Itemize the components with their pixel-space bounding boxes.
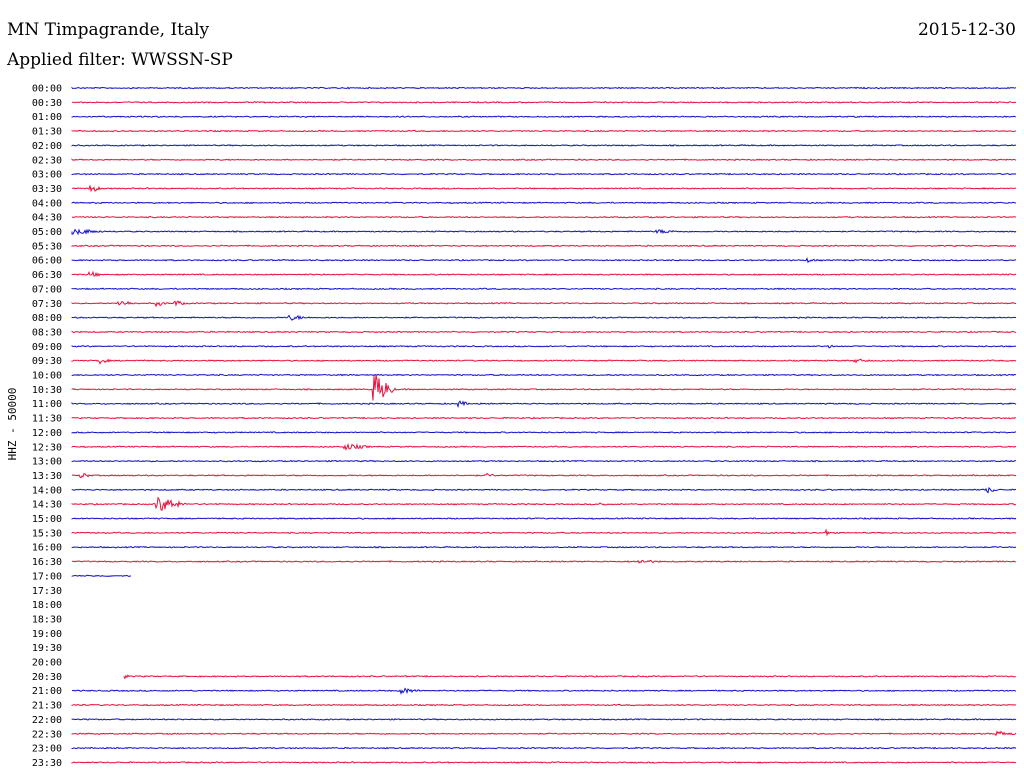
time-label: 18:30 bbox=[32, 614, 62, 625]
time-label: 02:00 bbox=[32, 141, 62, 152]
time-label: 20:30 bbox=[32, 672, 62, 683]
trace-line bbox=[72, 100, 1017, 104]
trace-line bbox=[71, 201, 1017, 205]
trace-line bbox=[71, 416, 1017, 420]
time-label: 08:30 bbox=[32, 327, 62, 338]
trace-line bbox=[71, 431, 1017, 434]
time-label: 01:30 bbox=[32, 127, 62, 138]
time-label: 05:00 bbox=[32, 227, 62, 238]
trace-line bbox=[71, 86, 1017, 90]
trace-line bbox=[71, 228, 1017, 236]
trace-line bbox=[71, 761, 1017, 764]
time-label: 08:00 bbox=[32, 313, 62, 324]
trace-line bbox=[71, 559, 1017, 564]
seismic-traces bbox=[71, 86, 1017, 764]
y-axis-label: HHZ - 50000 bbox=[6, 388, 19, 461]
time-label: 16:00 bbox=[32, 543, 62, 554]
trace-line bbox=[71, 144, 1017, 147]
trace-line bbox=[71, 185, 1017, 193]
trace-line bbox=[71, 244, 1017, 248]
time-label: 06:30 bbox=[32, 270, 62, 281]
time-label: 22:30 bbox=[32, 729, 62, 740]
trace-line bbox=[71, 270, 1017, 278]
time-label: 14:30 bbox=[32, 500, 62, 511]
time-label: 20:00 bbox=[32, 658, 62, 669]
time-label: 14:00 bbox=[32, 485, 62, 496]
time-label: 01:00 bbox=[32, 112, 62, 123]
time-label: 17:00 bbox=[32, 571, 62, 582]
time-label: 07:00 bbox=[32, 284, 62, 295]
trace-line bbox=[71, 703, 1017, 707]
time-label: 03:30 bbox=[32, 184, 62, 195]
trace-line bbox=[71, 215, 1017, 219]
trace-line bbox=[71, 373, 1017, 377]
time-label: 10:30 bbox=[32, 385, 62, 396]
time-label: 22:00 bbox=[32, 715, 62, 726]
time-label: 18:00 bbox=[32, 600, 62, 611]
time-label: 10:00 bbox=[32, 371, 62, 382]
trace-line bbox=[71, 459, 1017, 463]
trace-line bbox=[71, 115, 1017, 119]
trace-line bbox=[71, 257, 1016, 264]
time-label: 03:00 bbox=[32, 170, 62, 181]
trace-line bbox=[71, 545, 1017, 549]
time-label: 13:00 bbox=[32, 457, 62, 468]
trace-line bbox=[71, 374, 1017, 401]
trace-line bbox=[71, 730, 1017, 737]
time-label: 09:30 bbox=[32, 356, 62, 367]
trace-line bbox=[71, 344, 1017, 349]
trace-line bbox=[71, 172, 1017, 176]
trace-line bbox=[71, 158, 1017, 162]
trace-line bbox=[71, 746, 1017, 750]
trace-line bbox=[71, 287, 1017, 291]
time-label: 02:30 bbox=[32, 155, 62, 166]
trace-line bbox=[71, 486, 1017, 494]
time-label: 06:00 bbox=[32, 256, 62, 267]
time-label: 05:30 bbox=[32, 241, 62, 252]
trace-line bbox=[123, 674, 1016, 680]
time-label: 16:30 bbox=[32, 557, 62, 568]
trace-line bbox=[71, 300, 1017, 308]
time-label: 11:00 bbox=[32, 399, 62, 410]
time-label: 04:30 bbox=[32, 213, 62, 224]
time-label: 12:00 bbox=[32, 428, 62, 439]
trace-line bbox=[71, 496, 1017, 511]
time-label: 23:00 bbox=[32, 744, 62, 755]
trace-line bbox=[71, 330, 1017, 334]
time-label: 15:00 bbox=[32, 514, 62, 525]
time-label: 23:30 bbox=[32, 758, 62, 769]
time-label: 19:30 bbox=[32, 643, 62, 654]
trace-line bbox=[71, 314, 1017, 321]
time-label: 00:00 bbox=[32, 84, 62, 95]
trace-line bbox=[71, 129, 1017, 133]
time-label: 21:30 bbox=[32, 701, 62, 712]
trace-line bbox=[71, 574, 131, 578]
trace-line bbox=[71, 517, 1017, 520]
trace-line bbox=[71, 472, 1017, 479]
time-label: 12:30 bbox=[32, 442, 62, 453]
time-label: 19:00 bbox=[32, 629, 62, 640]
time-label: 04:00 bbox=[32, 198, 62, 209]
time-label: 11:30 bbox=[32, 414, 62, 425]
time-labels: 00:00 00:30 01:00 01:30 02:00 02:30 03:00 03:30… bbox=[32, 84, 62, 769]
time-label: 09:00 bbox=[32, 342, 62, 353]
time-label: 17:30 bbox=[32, 586, 62, 597]
trace-line bbox=[71, 718, 1017, 721]
trace-line bbox=[71, 400, 1017, 409]
time-label: 00:30 bbox=[32, 98, 62, 109]
trace-line bbox=[71, 687, 1017, 695]
time-label: 15:30 bbox=[32, 528, 62, 539]
time-label: 13:30 bbox=[32, 471, 62, 482]
time-label: 21:00 bbox=[32, 686, 62, 697]
time-label: 07:30 bbox=[32, 299, 62, 310]
trace-line bbox=[71, 528, 1017, 537]
trace-line bbox=[71, 442, 1017, 451]
helicorder-plot: 00:00 00:30 01:00 01:30 02:00 02:30 03:00 03:30… bbox=[6, 84, 1017, 769]
trace-line bbox=[71, 358, 1017, 365]
